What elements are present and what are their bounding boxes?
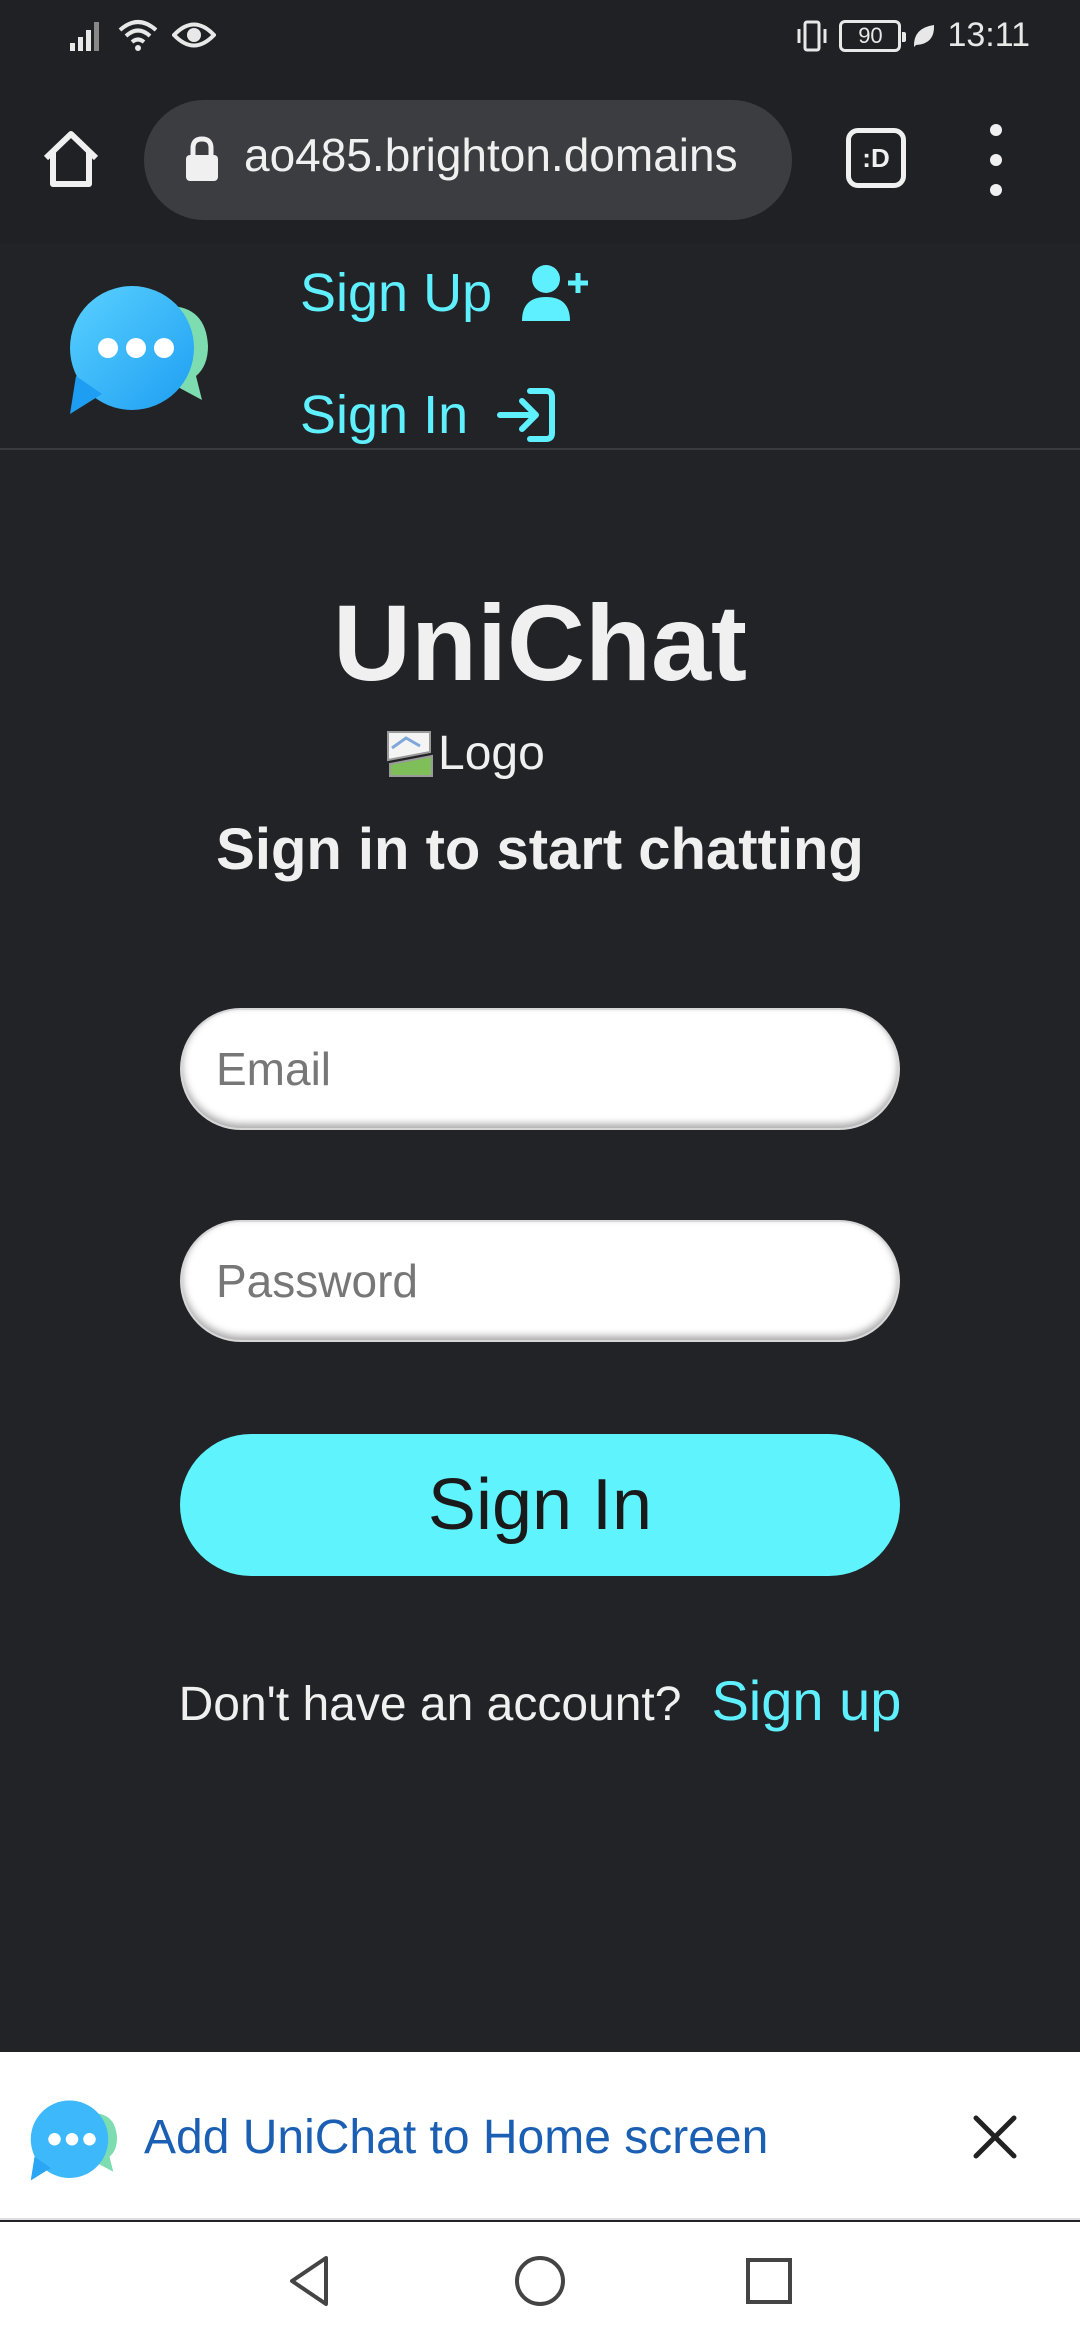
home-nav-icon[interactable] xyxy=(511,2252,569,2310)
browser-toolbar: ao485.brighton.domains :D xyxy=(0,76,1080,244)
unichat-app-icon xyxy=(30,2100,117,2181)
lock-icon xyxy=(186,136,218,181)
eye-icon xyxy=(172,22,216,48)
status-icons-right: 90 13:11 xyxy=(795,16,1030,55)
screen: 90 13:11 ao485.brighton.domains :D Sign … xyxy=(0,0,1080,2340)
more-vert-icon[interactable] xyxy=(982,124,1010,196)
add-to-home-text[interactable]: Add UniChat to Home screen xyxy=(144,2110,768,2165)
signup-prompt: Don't have an account? Sign up xyxy=(0,1668,1080,1733)
close-icon[interactable] xyxy=(970,2112,1020,2162)
unichat-logo xyxy=(70,286,208,414)
site-header: Sign Up Sign In xyxy=(0,244,1080,450)
page-title: UniChat xyxy=(333,582,747,703)
broken-image-icon xyxy=(387,730,433,777)
address-bar[interactable]: ao485.brighton.domains xyxy=(144,100,792,220)
url-text: ao485.brighton.domains xyxy=(244,129,738,181)
add-to-home-banner[interactable]: Add UniChat to Home screen xyxy=(0,2052,1080,2220)
vibrate-icon xyxy=(797,20,827,51)
sign-up-link[interactable]: Sign up xyxy=(711,1668,901,1733)
status-icons-left xyxy=(70,18,216,52)
system-nav-bar xyxy=(0,2222,1080,2340)
battery-indicator: 90 xyxy=(839,19,907,52)
password-field[interactable] xyxy=(182,1222,898,1340)
status-bar: 90 13:11 xyxy=(0,0,1080,76)
no-account-text: Don't have an account? xyxy=(178,1678,682,1731)
login-arrow-icon xyxy=(497,388,556,442)
logo-alt-text: Logo xyxy=(438,727,545,780)
email-field[interactable] xyxy=(182,1010,898,1128)
signal-icon xyxy=(70,22,99,51)
home-icon[interactable] xyxy=(38,126,104,192)
person-add-icon xyxy=(522,265,589,321)
clock: 13:11 xyxy=(947,16,1030,54)
page-subtitle: Sign in to start chatting xyxy=(216,817,864,882)
leaf-icon xyxy=(914,24,935,47)
back-icon[interactable] xyxy=(280,2252,338,2310)
broken-logo-image: Logo xyxy=(386,726,545,781)
wifi-icon xyxy=(118,20,158,51)
tab-switcher-button[interactable]: :D xyxy=(846,128,906,188)
nav-sign-in-label: Sign In xyxy=(300,385,469,445)
nav-sign-up-label: Sign Up xyxy=(300,263,493,323)
sign-in-button[interactable]: Sign In xyxy=(180,1434,900,1576)
nav-sign-in-link[interactable]: Sign In xyxy=(300,384,556,446)
recents-icon[interactable] xyxy=(740,2252,798,2310)
nav-sign-up-link[interactable]: Sign Up xyxy=(300,262,592,324)
